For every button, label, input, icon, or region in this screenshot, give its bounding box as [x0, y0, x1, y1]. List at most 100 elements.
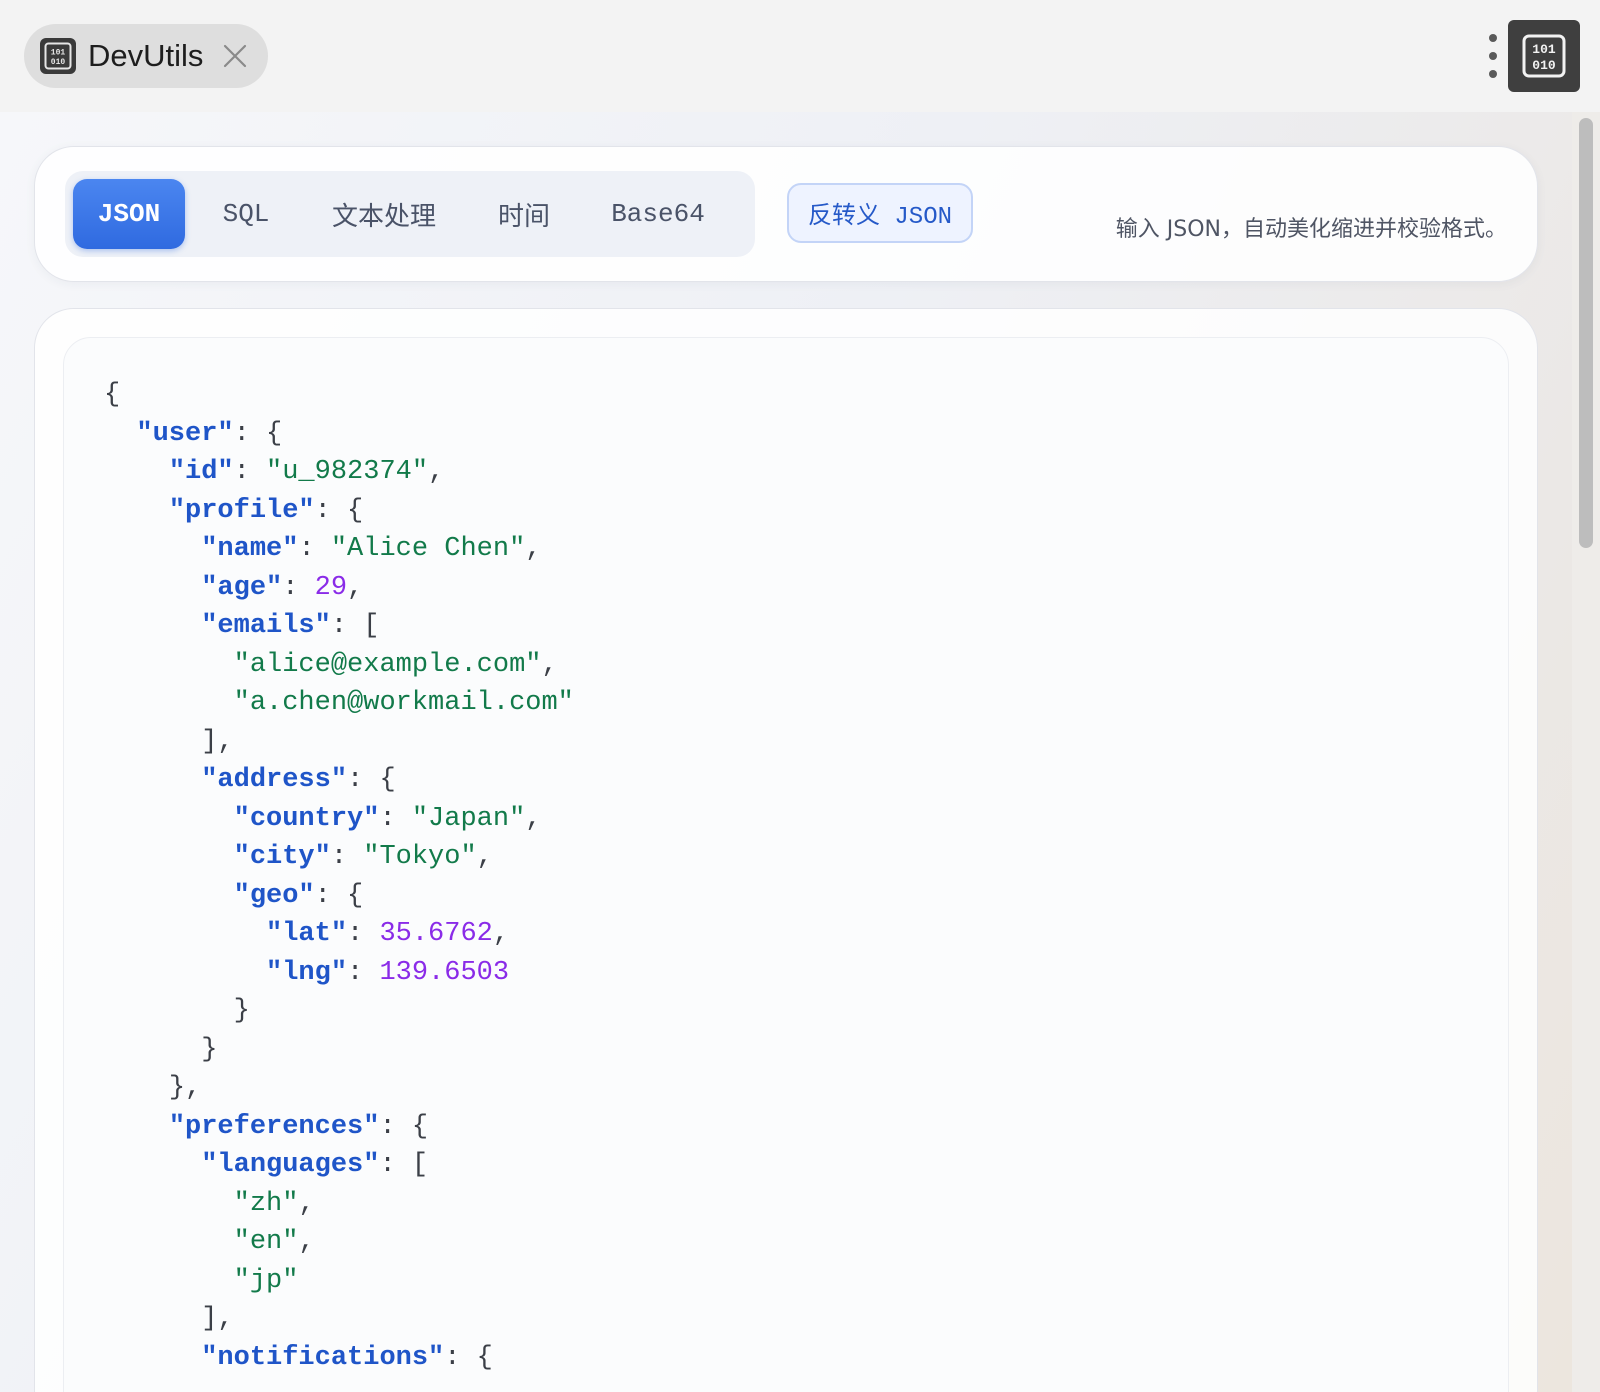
json-punctuation: : {: [347, 765, 396, 795]
json-string: "jp": [233, 1265, 299, 1296]
json-editor[interactable]: { "user": { "id": "u_982374", "profile":…: [63, 337, 1509, 1392]
tab-time[interactable]: 时间: [461, 179, 587, 249]
code-line: "emails": [: [104, 607, 574, 646]
json-punctuation: : {: [233, 418, 283, 449]
code-line: "lng": 139.6503: [104, 954, 574, 993]
app-tab[interactable]: 101 010 DevUtils: [24, 24, 268, 88]
json-string: "a.chen@workmail.com": [233, 688, 574, 718]
json-key: "id": [168, 457, 234, 487]
tab-sql[interactable]: SQL: [185, 179, 307, 249]
json-punctuation: :: [233, 457, 267, 487]
binary-extension-icon[interactable]: 101 010: [1508, 20, 1580, 92]
json-punctuation: : {: [314, 880, 364, 911]
code-line: "languages": [: [104, 1146, 574, 1185]
tab-json[interactable]: JSON: [73, 179, 185, 249]
json-key: "emails": [201, 611, 331, 641]
json-punctuation: : [: [330, 611, 380, 641]
code-line: "a.chen@workmail.com": [104, 684, 574, 723]
code-line: "geo": {: [104, 877, 574, 916]
json-punctuation: : {: [314, 495, 364, 526]
binary-app-icon: 101 010: [40, 38, 76, 74]
json-punctuation: :: [298, 534, 331, 564]
json-number: 35.6762: [379, 919, 493, 949]
json-key: "user": [136, 418, 234, 449]
code-line: ],: [104, 1300, 574, 1339]
code-line: "age": 29,: [104, 569, 574, 608]
code-line: "jp": [104, 1262, 574, 1301]
scrollbar[interactable]: [1572, 112, 1600, 1392]
json-key: "preferences": [168, 1111, 380, 1142]
json-string: "en": [233, 1227, 299, 1257]
json-string: "u_982374": [266, 457, 429, 487]
json-key: "city": [233, 842, 331, 872]
tool-tabs: JSON SQL 文本处理 时间 Base64: [65, 171, 755, 257]
app-window: 101 010 DevUtils 101 010 JSON SQL 文本处理 时…: [0, 0, 1600, 1392]
hint-text: 输入 JSON，自动美化缩进并校验格式。: [1115, 217, 1507, 242]
code-line: "address": {: [104, 761, 574, 800]
json-punctuation: ,: [492, 919, 510, 949]
tab-text-processing[interactable]: 文本处理: [307, 179, 461, 249]
json-number: 139.6503: [379, 957, 510, 988]
code-line: "preferences": {: [104, 1108, 574, 1147]
unescape-json-button[interactable]: 反转义 JSON: [787, 183, 973, 243]
json-key: "profile": [168, 495, 315, 526]
scrollbar-thumb[interactable]: [1579, 118, 1593, 548]
json-punctuation: ],: [201, 1304, 234, 1334]
json-punctuation: ,: [428, 457, 445, 487]
json-punctuation: : {: [444, 1342, 493, 1373]
json-punctuation: },: [168, 1073, 202, 1103]
json-punctuation: :: [347, 957, 380, 988]
code-line: }: [104, 1031, 574, 1070]
code-line: "en",: [104, 1223, 574, 1262]
code-line: },: [104, 1069, 574, 1108]
svg-text:101: 101: [1532, 42, 1556, 57]
code-line: "id": "u_982374",: [104, 453, 574, 492]
json-punctuation: :: [330, 842, 364, 872]
json-key: "name": [201, 534, 299, 564]
json-key: "age": [201, 572, 283, 603]
svg-text:101: 101: [51, 49, 66, 58]
json-key: "languages": [201, 1150, 380, 1180]
close-icon[interactable]: [221, 42, 249, 70]
json-string: "alice@example.com": [233, 649, 542, 680]
json-key: "lat": [266, 919, 348, 949]
json-key: "country": [233, 803, 380, 834]
svg-text:010: 010: [1532, 58, 1556, 73]
code-line: "user": {: [104, 415, 574, 454]
svg-text:010: 010: [51, 58, 66, 67]
editor-card: { "user": { "id": "u_982374", "profile":…: [34, 308, 1538, 1392]
json-punctuation: ,: [525, 803, 542, 834]
code-line: "notifications": {: [104, 1339, 574, 1378]
json-string: "Japan": [411, 803, 526, 834]
json-key: "address": [201, 765, 348, 795]
json-string: "zh": [233, 1188, 299, 1219]
json-code[interactable]: { "user": { "id": "u_982374", "profile":…: [104, 376, 574, 1377]
json-punctuation: :: [379, 803, 412, 834]
code-line: "city": "Tokyo",: [104, 838, 574, 877]
json-punctuation: : [: [379, 1150, 429, 1180]
json-string: "Tokyo": [363, 842, 477, 872]
json-punctuation: ],: [201, 726, 234, 757]
json-string: "Alice Chen": [330, 534, 526, 564]
json-punctuation: ,: [476, 842, 493, 872]
tool-toolbar: JSON SQL 文本处理 时间 Base64 反转义 JSON 输入 JSON…: [34, 146, 1538, 282]
code-line: {: [104, 376, 574, 415]
json-punctuation: : {: [379, 1111, 429, 1142]
json-key: "lng": [266, 957, 348, 988]
code-line: "alice@example.com",: [104, 646, 574, 685]
kebab-menu-icon[interactable]: [1482, 32, 1504, 80]
json-punctuation: :: [347, 919, 380, 949]
json-punctuation: }: [233, 996, 250, 1026]
code-line: "country": "Japan",: [104, 800, 574, 839]
tab-title: DevUtils: [88, 38, 204, 73]
code-line: "zh",: [104, 1185, 574, 1224]
json-punctuation: ,: [298, 1188, 315, 1219]
main-content: JSON SQL 文本处理 时间 Base64 反转义 JSON 输入 JSON…: [0, 112, 1572, 1392]
code-line: "profile": {: [104, 492, 574, 531]
json-punctuation: {: [104, 380, 121, 410]
code-line: }: [104, 992, 574, 1031]
tab-base64[interactable]: Base64: [587, 179, 729, 249]
code-line: "lat": 35.6762,: [104, 915, 574, 954]
title-bar: 101 010 DevUtils 101 010: [0, 0, 1600, 112]
json-punctuation: :: [282, 572, 315, 603]
